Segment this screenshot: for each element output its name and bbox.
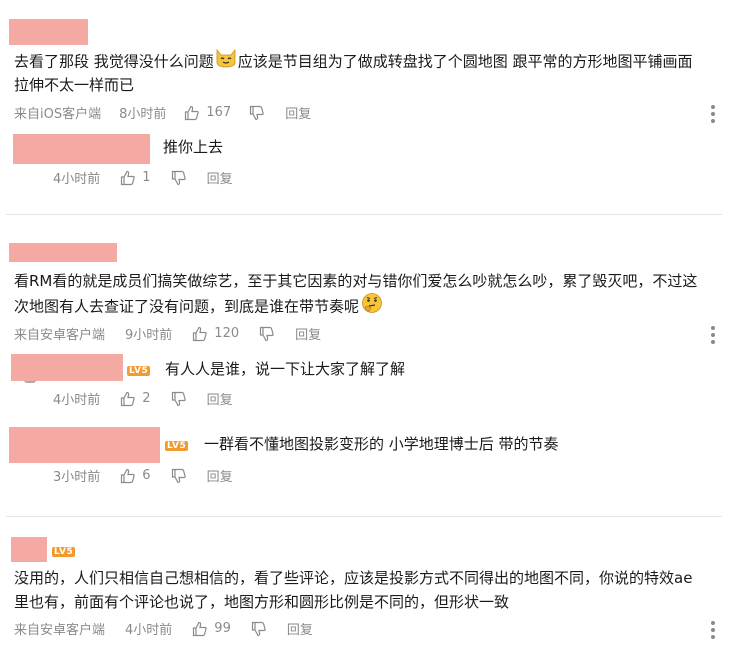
reply-text: 推你上去 [163,138,224,156]
reply-button[interactable]: 回复 [207,168,233,187]
comment-text-line2: 次地图有人去查证了没有问题，到底是谁在带节奏呢 [14,292,383,322]
reply-username-redacted[interactable] [9,427,160,463]
like-button[interactable]: 6 [120,468,151,484]
thumb-up-icon [193,326,208,341]
dislike-button[interactable] [171,468,187,484]
thumb-down-icon [171,170,186,185]
dislike-button[interactable] [171,170,187,186]
divider [6,516,722,517]
client-source: 来自安卓客户端 [14,623,106,638]
like-count: 6 [142,468,151,483]
more-options-icon[interactable] [710,105,716,123]
thumb-down-icon [171,391,186,406]
reply-button[interactable]: 回复 [285,103,311,122]
like-button[interactable]: 1 [120,170,151,186]
dislike-button[interactable] [171,391,187,407]
reply-button[interactable]: 回复 [207,466,233,485]
thumb-up-icon [121,468,136,483]
comment-text-line2: 拉伸不太一样而已 [14,76,135,94]
thumb-down-icon [250,105,264,120]
like-count: 120 [214,326,240,341]
comment-meta: 来自安卓客户端 4小时前 99 回复 [14,619,313,638]
reply-button[interactable]: 回复 [287,619,313,638]
reply-text: 一群看不懂地图投影变形的 小学地理博士后 带的节奏 [204,435,559,453]
thumb-down-icon [171,468,186,483]
thumb-up-icon [121,170,136,185]
divider [6,214,722,215]
comment-text: 看RM看的就是成员们搞笑做综艺，至于其它因素的对与错你们爱怎么吵就怎么吵，累了毁… [14,272,698,290]
timestamp: 4小时前 [53,172,101,187]
username-redacted[interactable] [9,243,117,262]
timestamp: 8小时前 [119,107,167,122]
dislike-button[interactable] [251,621,267,637]
reply-meta: 3小时前 6 回复 [53,466,233,485]
thumb-up-icon [193,621,208,636]
like-count: 1 [142,170,151,185]
like-count: 99 [214,621,231,636]
reply-username-redacted[interactable] [11,354,123,381]
client-source: 来自安卓客户端 [14,328,106,343]
thumb-down-icon [260,326,274,341]
like-button[interactable]: 99 [192,621,231,637]
reply-button[interactable]: 回复 [207,389,233,408]
level-badge: LV5 [165,441,189,451]
like-count: 2 [142,391,151,406]
like-button[interactable]: 167 [184,105,231,121]
more-options-icon[interactable] [710,621,716,639]
comment-meta: 来自iOS客户端 8小时前 167 回复 [14,103,311,122]
level-badge: LV5 [127,366,151,376]
timestamp: 4小时前 [53,393,101,408]
dislike-button[interactable] [259,326,275,342]
level-badge: LV5 [52,547,76,557]
timestamp: 9小时前 [125,328,173,343]
thumb-up-icon [121,391,136,406]
thumb-down-icon [251,621,266,636]
like-button[interactable]: 2 [120,391,151,407]
like-count: 167 [206,105,232,120]
username-redacted[interactable] [11,537,47,562]
client-source: 来自iOS客户端 [14,107,102,122]
timestamp: 4小时前 [125,623,173,638]
avatar [24,380,36,383]
thumb-up-icon [185,105,200,120]
timestamp: 3小时前 [53,470,101,485]
reply-username-redacted[interactable] [13,134,150,164]
comment-text: 没用的，人们只相信自己想相信的，看了些评论，应该是投影方式不同得出的地图不同，你… [14,569,693,587]
reply-meta: 4小时前 2 回复 [53,389,233,408]
comment-meta: 来自安卓客户端 9小时前 120 回复 [14,324,321,343]
reply-button[interactable]: 回复 [295,324,321,343]
like-button[interactable]: 120 [192,326,239,342]
thinking-face-icon [361,292,383,322]
more-options-icon[interactable] [710,326,716,344]
dislike-button[interactable] [249,105,265,121]
reply-meta: 4小时前 1 回复 [53,168,233,187]
cat-face-icon [215,48,237,76]
comment-text-line2: 里也有，前面有个评论也说了，地图方形和圆形比例是不同的，但形状一致 [14,593,510,611]
username-redacted[interactable] [9,19,88,45]
reply-text: 有人人是谁，说一下让大家了解了解 [165,360,406,378]
